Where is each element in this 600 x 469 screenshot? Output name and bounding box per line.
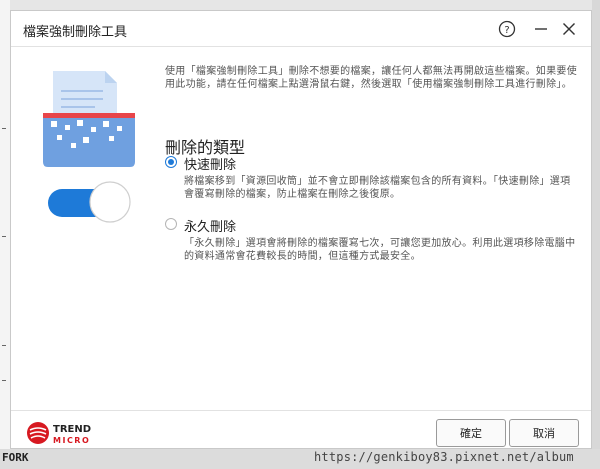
quick-delete-radio[interactable] xyxy=(165,156,177,168)
close-button[interactable] xyxy=(557,17,581,41)
intro-section: 使用「檔案強制刪除工具」刪除不想要的檔案，讓任何人都無法再開啟這些檔案。如果要使… xyxy=(165,65,585,91)
dialog-footer: TREND MICRO 確定 取消 xyxy=(11,410,591,448)
minimize-button[interactable] xyxy=(529,17,553,41)
background-window-right xyxy=(592,0,600,449)
dialog-title: 檔案強制刪除工具 xyxy=(23,25,128,40)
background-mark xyxy=(2,236,6,237)
cancel-button[interactable]: 取消 xyxy=(509,419,579,447)
help-circle-icon: ? xyxy=(498,20,516,38)
quick-delete-description: 將檔案移到「資源回收筒」並不會立即刪除該檔案包含的所有資料。「快速刪除」選項會覆… xyxy=(184,176,571,200)
title-bar: 檔案強制刪除工具 ? xyxy=(11,11,591,47)
background-mark xyxy=(2,345,6,346)
permanent-delete-description: 「永久刪除」選項會將刪除的檔案覆寫七次，可讓您更加放心。利用此選項移除電腦中的資… xyxy=(184,238,576,262)
intro-description: 使用「檔案強制刪除工具」刪除不想要的檔案，讓任何人都無法再開啟這些檔案。如果要使… xyxy=(165,66,577,90)
background-mark xyxy=(2,128,6,129)
permanent-delete-label: 永久刪除 xyxy=(184,220,237,235)
permanent-delete-radio[interactable] xyxy=(165,218,177,230)
watermark-url: https://genkiboy83.pixnet.net/album xyxy=(314,450,574,464)
help-button[interactable]: ? xyxy=(495,17,519,41)
close-icon xyxy=(563,23,575,35)
background-text-fragment: FORK xyxy=(2,451,29,464)
shredder-illustration xyxy=(43,71,135,167)
logo-text-trend: TREND xyxy=(53,424,91,435)
shredder-toggle-switch[interactable] xyxy=(48,181,132,223)
file-shredder-dialog: 檔案強制刪除工具 ? 使用「檔案強制刪除工具」刪除不想要的檔案，讓任何人都無法再… xyxy=(10,10,592,449)
svg-text:?: ? xyxy=(504,25,509,36)
ok-button[interactable]: 確定 xyxy=(436,419,506,447)
background-mark xyxy=(2,380,6,381)
trend-micro-logo: TREND MICRO xyxy=(27,422,91,445)
minimize-icon xyxy=(535,28,547,30)
background-window-left xyxy=(0,0,10,469)
quick-delete-label: 快速刪除 xyxy=(184,158,237,173)
background-window-top xyxy=(0,0,600,10)
logo-text-micro: MICRO xyxy=(53,436,90,445)
